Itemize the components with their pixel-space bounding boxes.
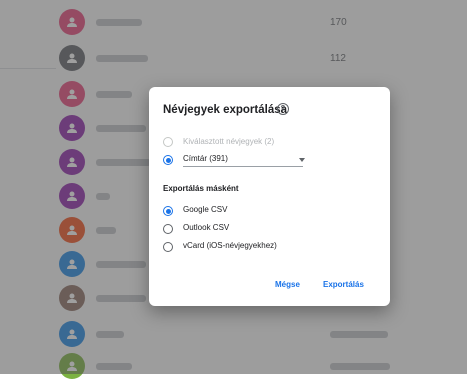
radio-outlook-csv[interactable] bbox=[163, 224, 173, 234]
format-heading: Exportálás másként bbox=[163, 184, 239, 193]
radio-vcard[interactable] bbox=[163, 242, 173, 252]
radio-selected-contacts bbox=[163, 137, 173, 147]
export-dialog: Névjegyek exportálása ? Kiválasztott név… bbox=[149, 87, 390, 306]
option-selected-contacts-label: Kiválasztott névjegyek (2) bbox=[183, 137, 275, 146]
radio-directory[interactable] bbox=[163, 155, 173, 165]
dialog-title: Névjegyek exportálása bbox=[163, 104, 288, 116]
cancel-button[interactable]: Mégse bbox=[275, 280, 300, 289]
option-google-csv-label[interactable]: Google CSV bbox=[183, 205, 227, 214]
option-outlook-csv-label[interactable]: Outlook CSV bbox=[183, 223, 229, 232]
option-directory-label[interactable]: Címtár (391) bbox=[183, 154, 228, 163]
help-circle-icon[interactable]: ? bbox=[277, 103, 289, 115]
chevron-down-icon[interactable] bbox=[299, 158, 305, 162]
dropdown-underline bbox=[183, 166, 303, 167]
export-button[interactable]: Exportálás bbox=[323, 280, 364, 289]
radio-google-csv[interactable] bbox=[163, 206, 173, 216]
option-vcard-label[interactable]: vCard (iOS-névjegyekhez) bbox=[183, 241, 277, 250]
